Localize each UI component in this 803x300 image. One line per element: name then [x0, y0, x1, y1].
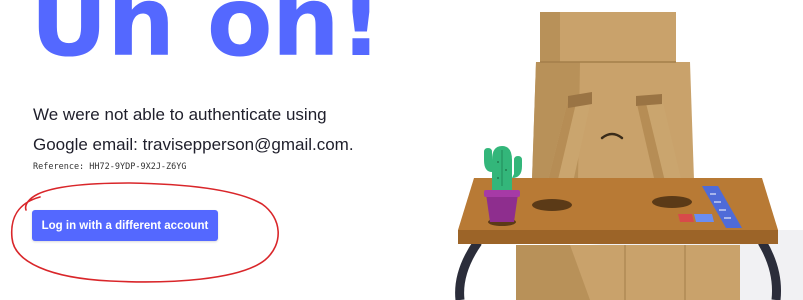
error-message-line-2: Google email: travisepperson@gmail.com. — [33, 135, 354, 154]
box-robot-illustration — [455, 12, 803, 300]
error-message-line-1: We were not able to authenticate using — [33, 105, 327, 124]
error-message: We were not able to authenticate using G… — [33, 100, 433, 160]
box-body — [516, 245, 740, 300]
desk-cards — [678, 214, 714, 222]
reference-code: Reference: HH72-9YDP-9X2J-Z6YG — [33, 162, 187, 172]
log-in-different-account-button[interactable]: Log in with a different account — [32, 210, 218, 241]
page-title: Uh oh! — [30, 0, 383, 78]
